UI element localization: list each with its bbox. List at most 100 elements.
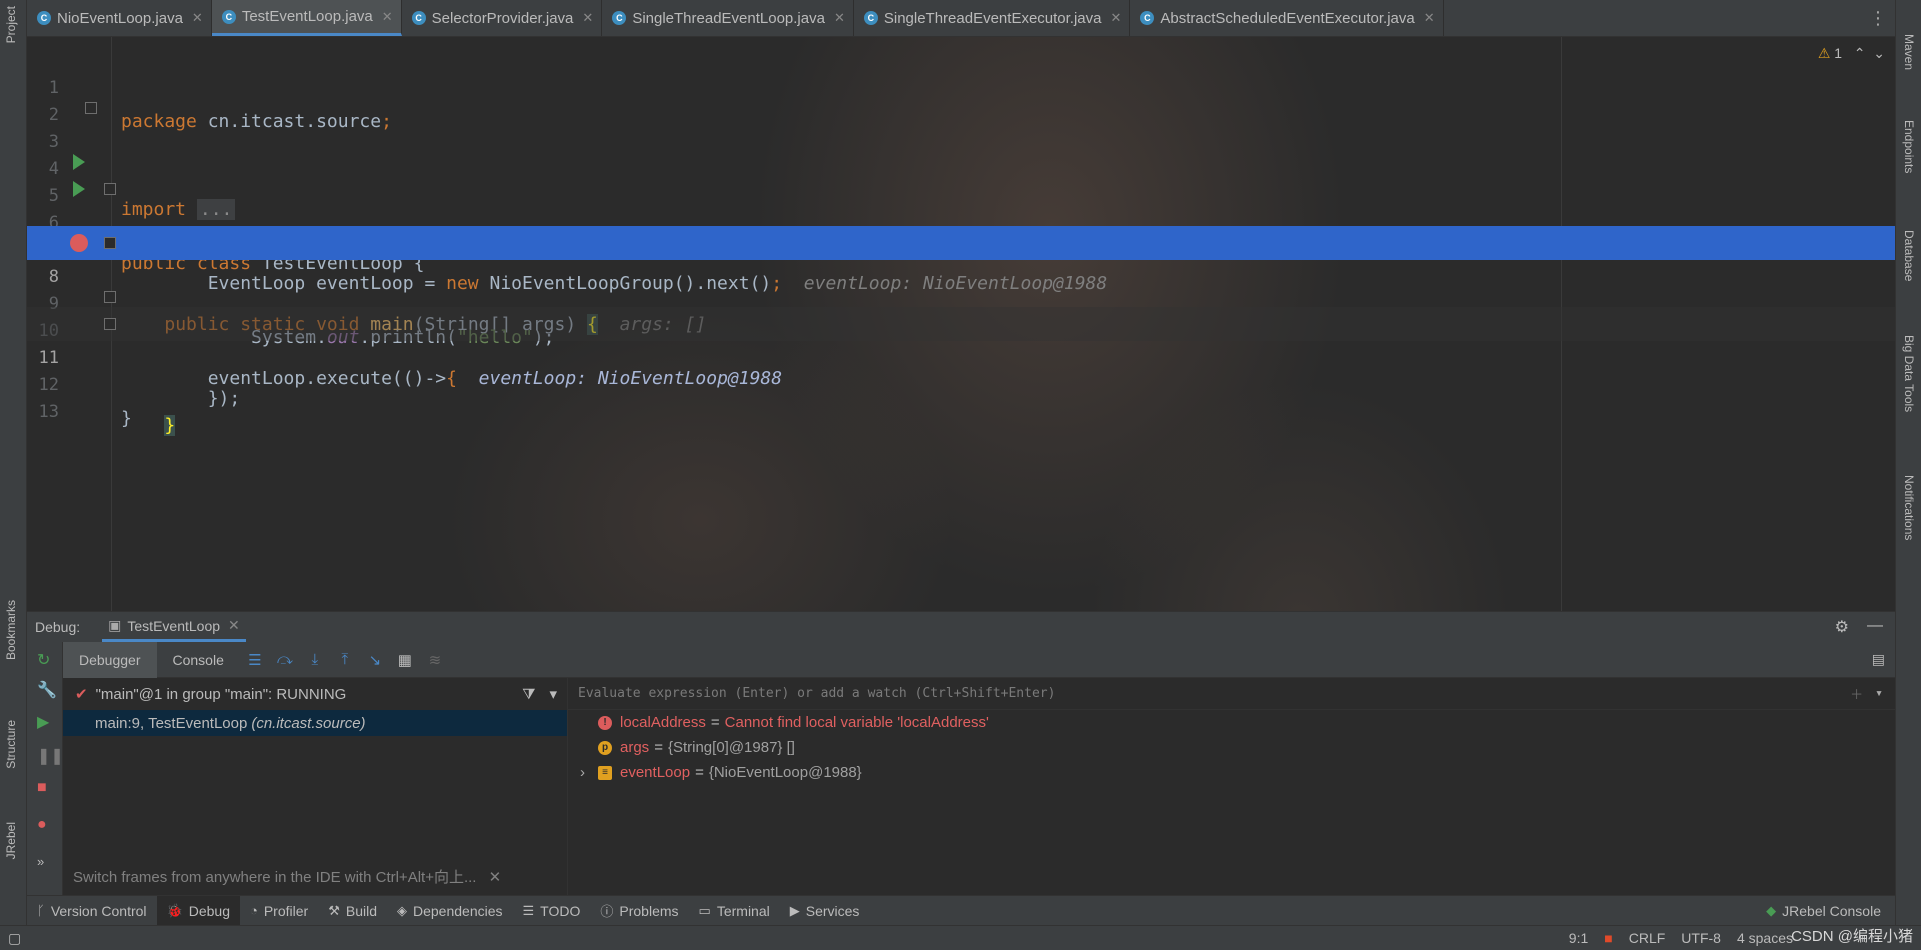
more-icon[interactable]: » [37,854,44,869]
profiler-icon: ◔ [249,903,258,918]
layout-settings-icon[interactable]: ▤ [1872,651,1885,668]
variable-row[interactable]: p args = {String[0]@1987} [] [568,735,1895,760]
run-gutter-icon[interactable] [73,154,85,170]
threads-menu-icon[interactable]: ☰ [243,651,267,669]
fold-toggle-icon[interactable] [104,318,116,330]
file-encoding[interactable]: UTF-8 [1673,930,1729,946]
close-icon[interactable]: ✕ [382,9,393,25]
run-gutter-icon[interactable] [73,181,85,197]
fold-toggle-icon[interactable] [104,291,116,303]
evaluate-expression-icon[interactable]: ▦ [393,651,417,669]
close-icon[interactable]: ✕ [1424,10,1435,26]
frame-method: main:9, TestEventLoop [95,714,248,732]
close-icon[interactable]: ✕ [834,10,845,26]
hammer-icon: ⚒ [328,902,340,918]
variables-panel: Evaluate expression (Enter) or add a wat… [568,678,1895,895]
close-icon[interactable]: ✕ [1111,10,1122,26]
services-icon: ▶ [789,902,800,918]
tab-label: TestEventLoop.java [241,8,373,25]
todo-button[interactable]: ☰ TODO [513,896,591,926]
jrebel-console-button[interactable]: ◆ JRebel Console [1756,896,1895,926]
error-icon: ! [598,715,612,730]
build-button[interactable]: ⚒ Build [318,896,387,926]
stack-frame[interactable]: main:9, TestEventLoop (cn.itcast.source) [63,710,567,736]
close-icon[interactable]: ✕ [489,869,502,886]
layout-toggle-icon[interactable]: ▢ [0,930,29,947]
variable-name: eventLoop [620,764,691,781]
step-into-icon[interactable]: ⤓ [303,651,327,668]
notifications-tool-button[interactable]: Notifications [1902,475,1916,540]
dependencies-button[interactable]: ◈ Dependencies [387,896,513,926]
thread-selector[interactable]: ✔ "main"@1 in group "main": RUNNING ⧩ ▾ [63,678,567,710]
debug-session-tab[interactable]: ▣ TestEventLoop ✕ [102,612,246,642]
tool-label: Services [805,902,860,919]
breakpoint-icon[interactable] [70,234,88,252]
step-over-icon[interactable]: ⤼ [273,651,297,668]
frames-panel: ✔ "main"@1 in group "main": RUNNING ⧩ ▾ … [63,678,568,895]
trace-icon[interactable]: ≋ [423,651,447,669]
layers-icon: ◈ [397,902,407,918]
wrench-icon[interactable]: 🔧 [37,680,57,700]
tab-nioeventloop[interactable]: C NioEventLoop.java ✕ [27,0,212,36]
tab-selectorprovider[interactable]: C SelectorProvider.java ✕ [402,0,603,36]
filter-icon[interactable]: ⧩ [522,686,535,703]
resume-icon[interactable]: ▶ [37,712,49,732]
evaluate-expression-input[interactable]: Evaluate expression (Enter) or add a wat… [568,678,1895,710]
jrebel-tool-button[interactable]: JRebel [4,822,18,859]
gear-icon[interactable]: ⚙ [1835,617,1849,637]
problems-button[interactable]: ⓘ Problems [590,896,688,926]
bookmarks-tool-button[interactable]: Bookmarks [4,600,18,660]
session-icon: ▣ [108,617,122,633]
stop-icon[interactable]: ■ [37,779,47,797]
session-label: TestEventLoop [127,617,221,634]
variable-row[interactable]: ! localAddress = Cannot find local varia… [568,710,1895,735]
thread-label: "main"@1 in group "main": RUNNING [95,685,347,703]
database-tool-button[interactable]: Database [1902,230,1916,281]
pause-icon[interactable]: ❚❚ [37,746,64,766]
project-tool-button[interactable]: Project [4,6,18,43]
tab-singlethreadeventexecutor[interactable]: C SingleThreadEventExecutor.java ✕ [854,0,1131,36]
caret-position[interactable]: 9:1 [1561,930,1596,946]
tool-label: TODO [540,902,581,919]
fold-toggle-icon[interactable] [104,237,116,249]
big-data-tools-button[interactable]: Big Data Tools [1902,335,1916,412]
chevron-down-icon[interactable]: ▾ [549,685,557,703]
structure-tool-button[interactable]: Structure [4,720,18,769]
jrebel-icon: ◆ [1766,902,1777,918]
profiler-button[interactable]: ◔ Profiler [240,896,318,926]
terminal-button[interactable]: ▭ Terminal [689,896,780,926]
code-editor[interactable]: ⚠ 1 ⌃ ⌄ 1 package cn.itcast.source; 2 3 … [27,37,1895,611]
variable-value: Cannot find local variable 'localAddress… [724,714,989,731]
expand-chevron-icon[interactable]: › [580,764,585,781]
step-out-icon[interactable]: ⤒ [333,651,357,668]
minimize-icon[interactable]: — [1867,617,1883,637]
tab-overflow-menu-icon[interactable]: ⋮ [1861,0,1895,36]
close-icon[interactable]: ✕ [582,10,593,26]
tab-singlethreadeventloop[interactable]: C SingleThreadEventLoop.java ✕ [602,0,854,36]
run-to-cursor-icon[interactable]: ↘ [363,651,387,669]
debug-tool-window: Debug: ▣ TestEventLoop ✕ ⚙ — Debugger Co… [27,611,1895,895]
services-button[interactable]: ▶ Services [780,896,870,926]
branch-icon: ᚴ [37,903,45,918]
tab-label: SingleThreadEventExecutor.java [883,9,1102,27]
add-watch-icon[interactable]: ＋ [1850,684,1863,703]
version-control-button[interactable]: ᚴ Version Control [27,896,157,926]
tab-console[interactable]: Console [157,642,240,678]
fold-toggle-icon[interactable] [104,183,116,195]
code-token: } [164,415,176,436]
line-separator[interactable]: CRLF [1621,930,1674,946]
close-icon[interactable]: ✕ [228,617,240,634]
close-icon[interactable]: ✕ [192,10,203,26]
rerun-icon[interactable]: ↻ [37,650,50,670]
variable-row[interactable]: › ≡ eventLoop = {NioEventLoop@1988} [568,760,1895,785]
fold-toggle-icon[interactable] [85,102,97,114]
tab-testeventloop[interactable]: C TestEventLoop.java ✕ [211,0,402,36]
debug-button[interactable]: 🐞 Debug [156,895,240,926]
chevron-down-icon[interactable]: ▾ [1875,686,1883,701]
view-breakpoints-icon[interactable]: ● [37,816,47,834]
maven-tool-button[interactable]: Maven [1902,34,1916,70]
tool-label: Version Control [50,902,147,919]
tab-debugger[interactable]: Debugger [63,641,157,678]
endpoints-tool-button[interactable]: Endpoints [1902,120,1916,173]
tab-abstractscheduledeventexecutor[interactable]: C AbstractScheduledEventExecutor.java ✕ [1130,0,1444,36]
